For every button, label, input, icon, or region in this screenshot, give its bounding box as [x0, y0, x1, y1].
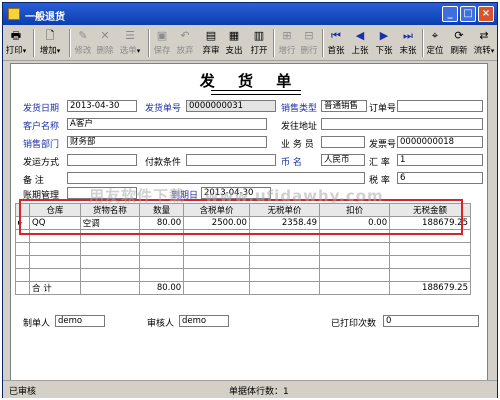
- table-row-empty[interactable]: [14, 268, 471, 282]
- watermark: 用友软件下载 - www.ufidawhy.com: [89, 187, 384, 205]
- auditor-field: demo: [179, 315, 229, 327]
- ship-date-field[interactable]: 2013-04-30: [67, 100, 137, 112]
- payout-icon: ▦: [228, 29, 240, 42]
- prev-button[interactable]: ◀ 上张: [349, 27, 371, 58]
- prev-icon: ◀: [355, 29, 365, 42]
- locate-button[interactable]: ⌖ 定位: [424, 27, 446, 58]
- ship-addr-field[interactable]: [321, 118, 483, 130]
- sales-type-field[interactable]: 普通销售: [321, 100, 367, 112]
- app-window: 一般退货 _ □ × 🖶 打印▾ 🗋 增加▾ ✎ 修改 ✕ 删除 ☰ 选单▾ ▣ 保存 ↶ 放…: [2, 2, 498, 398]
- table-row-empty[interactable]: [14, 242, 471, 256]
- flow-button[interactable]: ⇄ 流转▾: [472, 27, 496, 58]
- salesperson-label: 业 务 员: [281, 140, 314, 150]
- next-icon: ▶: [379, 29, 389, 42]
- ship-date-label: 发货日期: [23, 104, 60, 114]
- last-button[interactable]: ⏭ 末张: [397, 27, 419, 58]
- remark-field[interactable]: [67, 172, 365, 184]
- unapprove-icon: ▤: [205, 29, 217, 42]
- delete-row-button[interactable]: ⊟ 删行: [299, 27, 319, 58]
- ship-no-label: 发货单号: [145, 104, 182, 114]
- printer-icon: 🖶: [10, 29, 22, 42]
- ship-no-field[interactable]: 0000000031: [186, 100, 276, 112]
- delete-icon: ✕: [100, 29, 110, 42]
- dept-label: 销售部门: [23, 140, 60, 150]
- refresh-button[interactable]: ⟳ 刷新: [448, 27, 470, 58]
- total-amount: 188679.25: [389, 281, 471, 295]
- salesperson-field[interactable]: [321, 136, 365, 148]
- open-icon: ▥: [253, 29, 265, 42]
- ship-addr-label: 发往地址: [281, 122, 318, 132]
- pay-terms-field[interactable]: [186, 154, 276, 166]
- delete-button[interactable]: ✕ 删除: [95, 27, 115, 58]
- save-icon: ▣: [156, 29, 168, 42]
- print-button[interactable]: 🖶 打印▾: [5, 27, 27, 58]
- currency-field[interactable]: 人民币: [321, 154, 365, 166]
- total-label: 合 计: [29, 281, 81, 295]
- remark-label: 备 注: [23, 176, 44, 186]
- dept-field[interactable]: 财务部: [67, 136, 267, 148]
- flow-icon: ⇄: [479, 29, 489, 42]
- order-no-label: 订单号: [369, 104, 397, 114]
- delete-row-icon: ⊟: [304, 29, 314, 42]
- rate-field[interactable]: 1: [397, 154, 483, 166]
- status-approved: 已审核: [9, 387, 37, 397]
- window-title: 一般退货: [25, 12, 65, 23]
- add-button[interactable]: 🗋 增加▾: [37, 27, 63, 58]
- save-button[interactable]: ▣ 保存: [152, 27, 172, 58]
- sales-type-label: 销售类型: [281, 104, 318, 114]
- ship-method-field[interactable]: [67, 154, 137, 166]
- window-icon: [8, 8, 20, 20]
- add-icon: 🗋: [45, 29, 55, 42]
- edit-button[interactable]: ✎ 修改: [73, 27, 93, 58]
- printed-count-label: 已打印次数: [331, 319, 377, 329]
- first-button[interactable]: ⏮ 首张: [325, 27, 347, 58]
- toolbar: 🖶 打印▾ 🗋 增加▾ ✎ 修改 ✕ 删除 ☰ 选单▾ ▣ 保存 ↶ 放弃 ▤ 弃审 ▦ 支出 ▥…: [3, 26, 497, 61]
- customer-field[interactable]: A客户: [67, 118, 267, 130]
- add-row-icon: ⊞: [282, 29, 292, 42]
- invoice-no-label: 发票号: [369, 140, 397, 150]
- unapprove-button[interactable]: ▤ 弃审: [201, 27, 221, 58]
- add-row-button[interactable]: ⊞ 增行: [277, 27, 297, 58]
- status-row-count: 单据体行数：1: [229, 387, 289, 397]
- status-bar: 已审核 单据体行数：1: [3, 380, 497, 398]
- table-total-row: 合 计 80.00 188679.25: [14, 281, 471, 295]
- table-row-empty[interactable]: [14, 255, 471, 269]
- invoice-no-field[interactable]: 0000000018: [397, 136, 483, 148]
- open-button[interactable]: ▥ 打开: [248, 27, 270, 58]
- payout-button[interactable]: ▦ 支出: [224, 27, 244, 58]
- document-title: 发 货 单: [199, 72, 301, 90]
- first-icon: ⏮: [331, 29, 341, 42]
- maker-field: demo: [55, 315, 105, 327]
- last-icon: ⏭: [403, 29, 413, 42]
- close-button[interactable]: ×: [478, 6, 494, 22]
- printed-count-field: 0: [383, 315, 479, 327]
- maximize-button[interactable]: □: [460, 6, 476, 22]
- select-icon: ☰: [125, 29, 135, 42]
- order-no-field[interactable]: [397, 100, 483, 112]
- maker-label: 制单人: [23, 319, 51, 329]
- discard-icon: ↶: [180, 29, 190, 42]
- next-button[interactable]: ▶ 下张: [373, 27, 395, 58]
- refresh-icon: ⟳: [454, 29, 464, 42]
- total-quantity: 80.00: [138, 281, 185, 295]
- title-bar: 一般退货 _ □ ×: [3, 3, 497, 25]
- currency-label: 币 名: [281, 158, 302, 168]
- locate-icon: ⌖: [431, 29, 439, 42]
- auditor-label: 审核人: [147, 319, 175, 329]
- customer-label: 客户名称: [23, 122, 60, 132]
- select-button[interactable]: ☰ 选单▾: [117, 27, 143, 58]
- pay-terms-label: 付款条件: [145, 158, 182, 168]
- discard-button[interactable]: ↶ 放弃: [175, 27, 195, 58]
- edit-icon: ✎: [78, 29, 88, 42]
- ship-method-label: 发运方式: [23, 158, 60, 168]
- minimize-button[interactable]: _: [442, 6, 458, 22]
- title-underline: [211, 90, 301, 95]
- tax-field[interactable]: 6: [397, 172, 483, 184]
- rate-label: 汇 率: [369, 158, 390, 168]
